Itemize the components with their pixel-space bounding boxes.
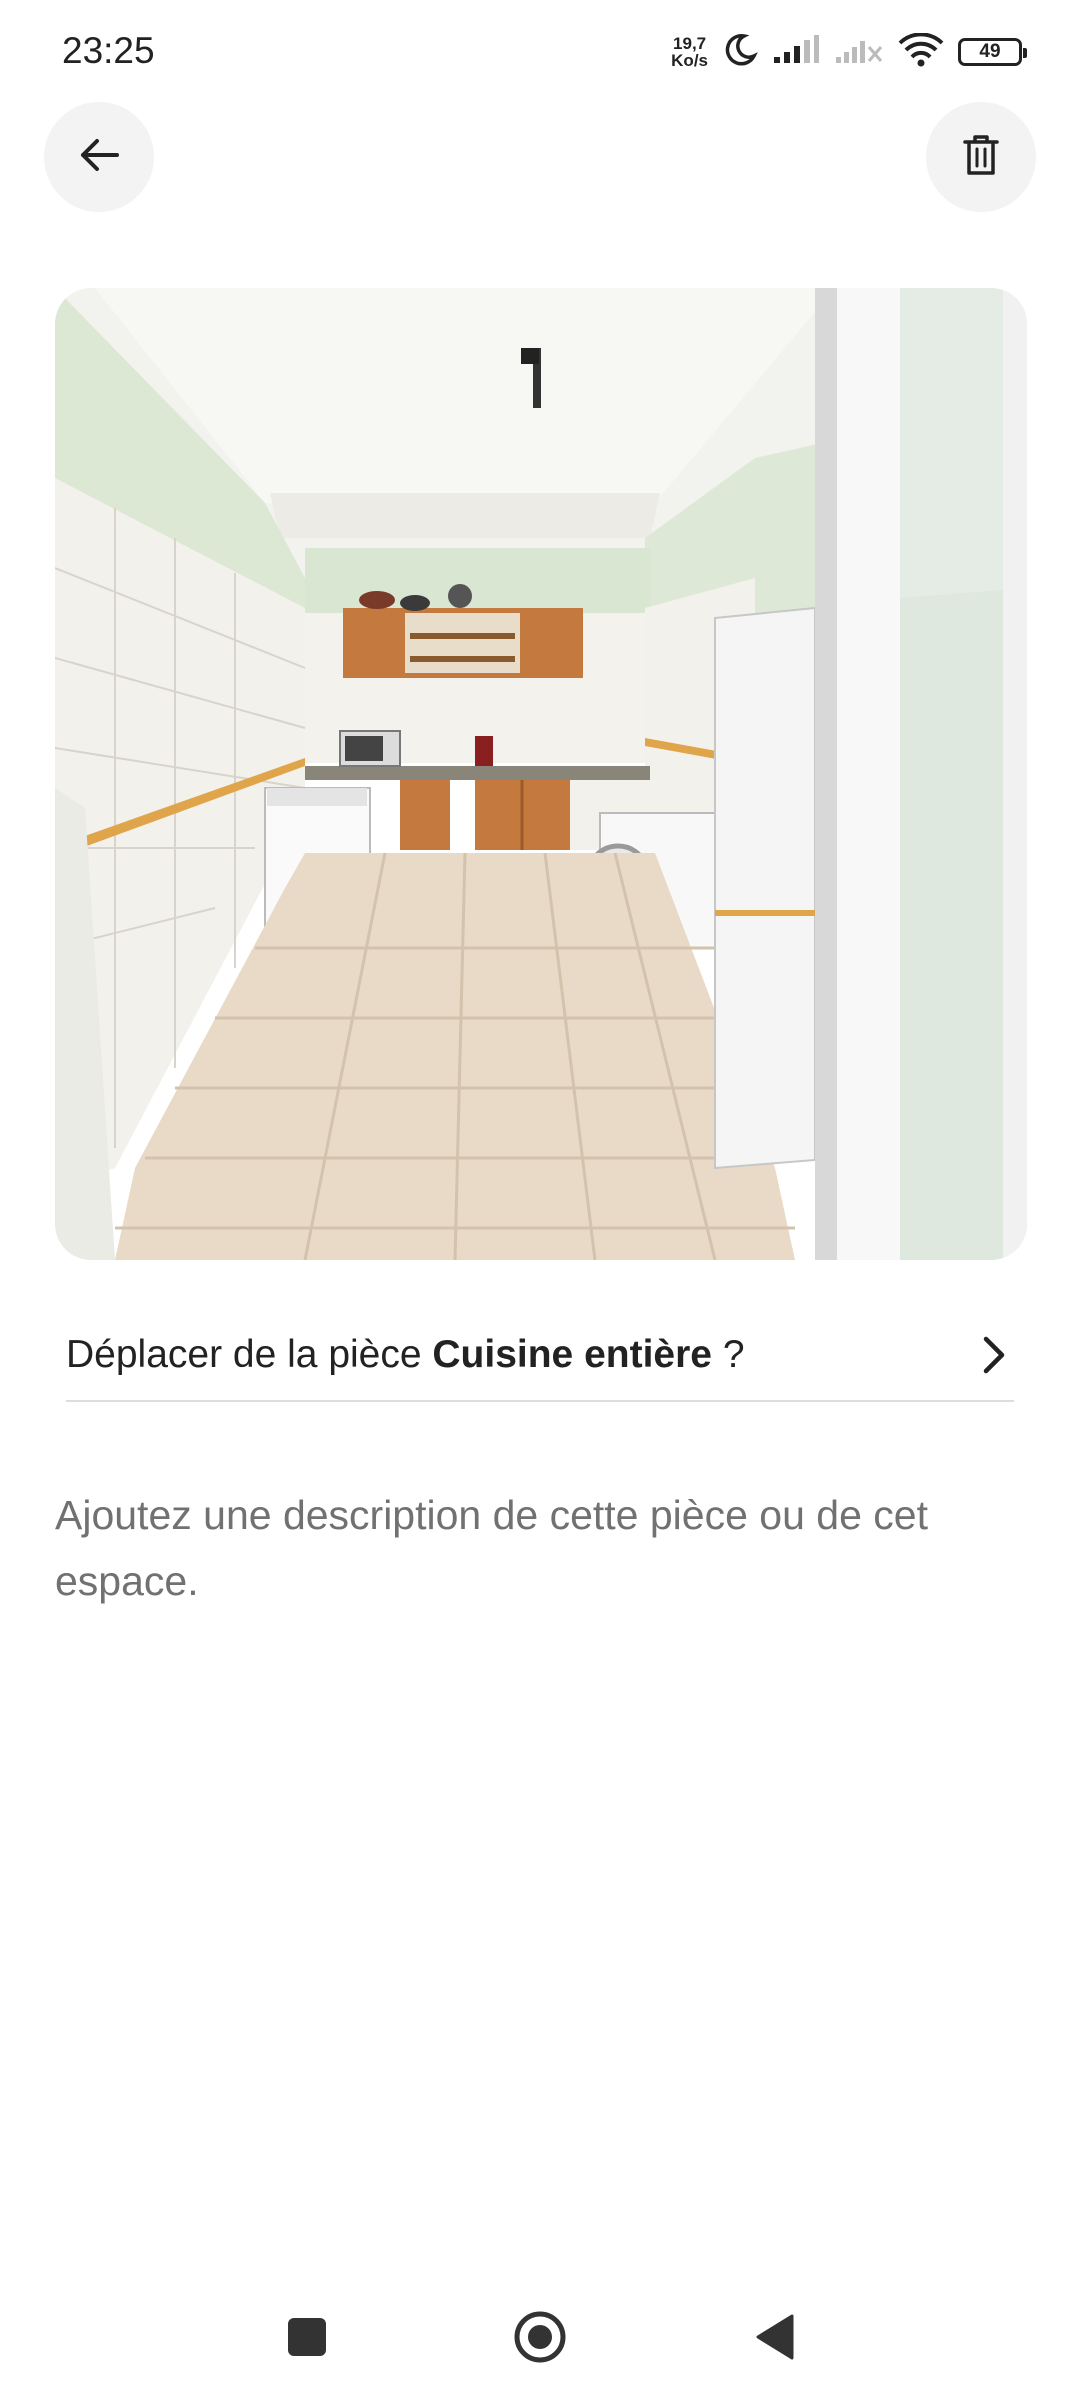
status-icons: 19,7 Ko/s 49 [671,30,1027,74]
status-bar: 23:25 19,7 Ko/s 49 [0,0,1080,100]
recents-square-icon[interactable] [288,2318,326,2356]
room-photo[interactable] [55,288,1027,1260]
description-input[interactable]: Ajoutez une description de cette pièce o… [55,1482,1015,1614]
status-time: 23:25 [62,30,155,71]
home-circle-icon[interactable] [513,2310,567,2364]
delete-button[interactable] [926,102,1036,212]
move-room-text: Déplacer de la pièce Cuisine entière ? [66,1333,745,1377]
network-speed-value: 19,7 [673,34,707,53]
back-triangle-icon[interactable] [752,2312,796,2362]
moon-icon [722,32,758,73]
trash-icon [961,133,1001,182]
move-room-suffix: ? [711,1333,745,1376]
system-nav-bar [0,2290,1080,2400]
battery-icon: 49 [958,38,1027,66]
network-speed-unit: Ko/s [671,51,708,70]
chevron-right-icon [974,1335,1014,1375]
signal-icon [772,34,820,70]
signal-no-sim-icon [834,35,884,70]
back-button[interactable] [44,102,154,212]
arrow-left-icon [77,133,121,182]
move-room-row[interactable]: Déplacer de la pièce Cuisine entière ? [66,1310,1014,1402]
network-speed: 19,7 Ko/s [671,35,708,69]
room-name: Cuisine entière [432,1333,712,1376]
move-room-prefix: Déplacer de la pièce [66,1333,433,1376]
wifi-icon [898,31,944,72]
